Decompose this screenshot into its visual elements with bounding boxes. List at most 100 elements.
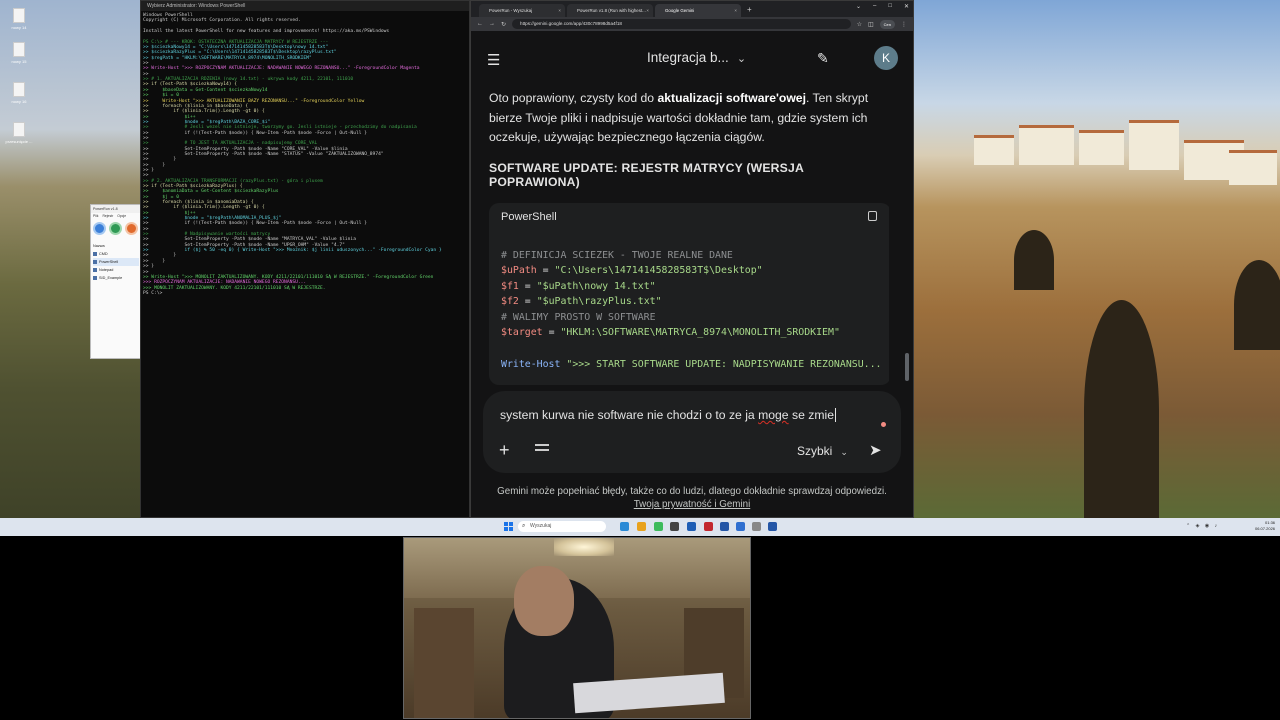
taskbar-app-icon[interactable] [768,522,777,531]
code-operator: = [542,327,561,339]
reload-icon[interactable]: ↻ [501,21,506,28]
desktop-file-icon[interactable]: nowy 15 [5,42,33,64]
code-operator: = [536,265,555,277]
close-icon[interactable]: × [734,4,737,17]
browser-tab[interactable]: PowerRun v1.8 (Run with highest... × [567,4,653,17]
add-attachment-button[interactable]: + [499,441,510,459]
new-tab-icon[interactable]: + [743,3,752,17]
avatar[interactable]: K [874,46,898,70]
disclaimer: Gemini może popełniać błędy, także co do… [471,485,913,511]
back-icon[interactable]: ← [477,21,483,27]
wallpaper-bridge-arch [1234,260,1280,350]
desktop-icon-label: przesunięcie ... [5,139,33,144]
code-string: ">>> START SOFTWARE UPDATE: NADPISYWANIE… [560,358,882,370]
list-item[interactable]: PowerShell [93,258,139,266]
powershell-window[interactable]: Wybierz Administrator: Windows PowerShel… [140,0,470,518]
conversation-title[interactable]: Integracja b... ⌄ [647,50,746,65]
profile-button[interactable]: Cen [879,19,895,29]
gear-icon[interactable] [109,222,122,235]
star-icon[interactable]: ☆ [857,21,862,28]
mode-selector[interactable]: Szybki ⌄ [797,444,848,458]
chevron-down-icon: ⌄ [736,53,747,65]
minimize-icon[interactable]: – [873,3,876,10]
response-content: Oto poprawiony, czysty kod do aktualizac… [489,89,889,389]
response-text: Oto poprawiony, czysty kod do [489,91,658,105]
app-icon [93,260,97,264]
list-item[interactable]: Notepad [93,266,139,274]
taskbar-app-icon[interactable] [752,522,761,531]
powershell-titlebar[interactable]: Wybierz Administrator: Windows PowerShel… [141,1,469,11]
prompt-composer[interactable]: system kurwa nie software nie chodzi o t… [483,391,901,473]
wallpaper-house [1019,125,1074,165]
new-chat-icon[interactable]: ✎ [817,50,829,67]
taskbar-edge-icon[interactable] [620,522,629,531]
code-comment: # DEFINICJA SCIEZEK - TWOJE REALNE DANE [501,249,733,261]
address-bar: ← → ↻ https://gemini.google.com/app/430c… [471,17,913,31]
disclaimer-text: Gemini może popełniać błędy, także co do… [497,486,887,497]
tab-bar: PowerRun - Wyszukaj × PowerRun v1.8 (Run … [471,1,913,17]
close-icon[interactable]: ✕ [904,3,909,10]
powerrun-menu-item[interactable]: Plik [93,213,98,220]
wallpaper-bridge-arch [1084,300,1159,518]
close-icon[interactable]: × [558,4,561,17]
console-line: PS C:\> [143,290,163,296]
send-icon[interactable]: ➤ [869,441,882,459]
powerrun-menu-item[interactable]: Opcje [117,213,126,220]
code-comment: # WALIMY PROSTO W SOFTWARE [501,311,656,323]
list-item-label: PowerShell [99,260,119,264]
tools-icon[interactable] [535,444,549,456]
taskbar-terminal-icon[interactable] [687,522,696,531]
list-item[interactable]: CMD [93,250,139,258]
taskbar-clock[interactable]: 01:36 06.07.2026 [1255,520,1275,532]
taskbar-app-icon[interactable] [670,522,679,531]
screen: nowy 14 nowy 15 nowy 16 przesunięcie ...… [0,0,1280,720]
wallpaper-house [1079,130,1124,165]
system-tray[interactable]: ⌃ ◈ ◉ ♪ [1186,523,1219,529]
close-icon[interactable]: × [646,4,649,17]
powerrun-title: PowerRun v1.8 [91,205,141,213]
prompt-input[interactable]: system kurwa nie software nie chodzi o t… [500,408,836,422]
response-bold-text: aktualizacji software'owej [657,91,806,105]
gemini-app: ☰ Integracja b... ⌄ ✎ K Oto poprawiony, c… [471,31,913,517]
forward-icon[interactable]: → [489,21,495,27]
taskbar-explorer-icon[interactable] [637,522,646,531]
desktop-file-icon[interactable]: przesunięcie ... [5,122,33,144]
desktop-file-icon[interactable]: nowy 16 [5,82,33,104]
wallpaper-house [1229,150,1277,185]
console-line: >> if ($j % 50 -eq 0) { Write-Host ">>> … [143,248,442,254]
powerrun-window[interactable]: PowerRun v1.8 Plik Rejestr Opcje Nazwa C… [90,204,142,359]
code-language-label: PowerShell [501,210,557,223]
run-icon[interactable] [125,222,138,235]
taskbar-app-icon[interactable] [736,522,745,531]
taskbar-search[interactable]: ⌕ Wyszukaj [518,521,606,532]
browser-tab-active[interactable]: Google Gemini × [655,4,741,17]
list-item[interactable]: SID_Example [93,274,139,282]
taskbar-app-icon[interactable] [704,522,713,531]
desktop-file-icon[interactable]: nowy 14 [5,8,33,30]
windows-start-icon[interactable] [504,522,513,531]
app-icon [93,276,97,280]
taskbar-powershell-icon[interactable] [720,522,729,531]
maximize-icon[interactable]: □ [888,3,892,10]
extensions-icon[interactable]: ◫ [868,21,874,28]
browser-window[interactable]: PowerRun - Wyszukaj × PowerRun v1.8 (Run … [470,0,914,518]
copy-icon[interactable] [868,210,877,221]
tab-label: PowerRun v1.8 (Run with highest... [577,8,646,13]
privacy-link[interactable]: Twoja prywatność i Gemini [634,499,751,510]
window-controls: ⌄ – □ ✕ [856,3,909,10]
powershell-console[interactable]: Windows PowerShell Copyright (C) Microsof… [141,11,469,517]
url-field[interactable]: https://gemini.google.com/app/430c78998d… [512,19,851,29]
code-variable: $f2 [501,296,519,308]
response-paragraph: Oto poprawiony, czysty kod do aktualizac… [489,89,889,148]
shield-icon[interactable] [93,222,106,235]
code-variable: $uPath [501,265,537,277]
conversation-title-text: Integracja b... [647,50,729,65]
chevron-down-icon[interactable]: ⌄ [856,3,861,10]
menu-icon[interactable]: ☰ [487,51,507,69]
scrollbar-thumb[interactable] [905,353,909,381]
more-icon[interactable]: ⋮ [901,21,907,28]
search-placeholder: Wyszukaj [530,523,552,529]
powerrun-menu-item[interactable]: Rejestr [102,213,113,220]
taskbar-chrome-icon[interactable] [654,522,663,531]
browser-tab[interactable]: PowerRun - Wyszukaj × [479,4,565,17]
